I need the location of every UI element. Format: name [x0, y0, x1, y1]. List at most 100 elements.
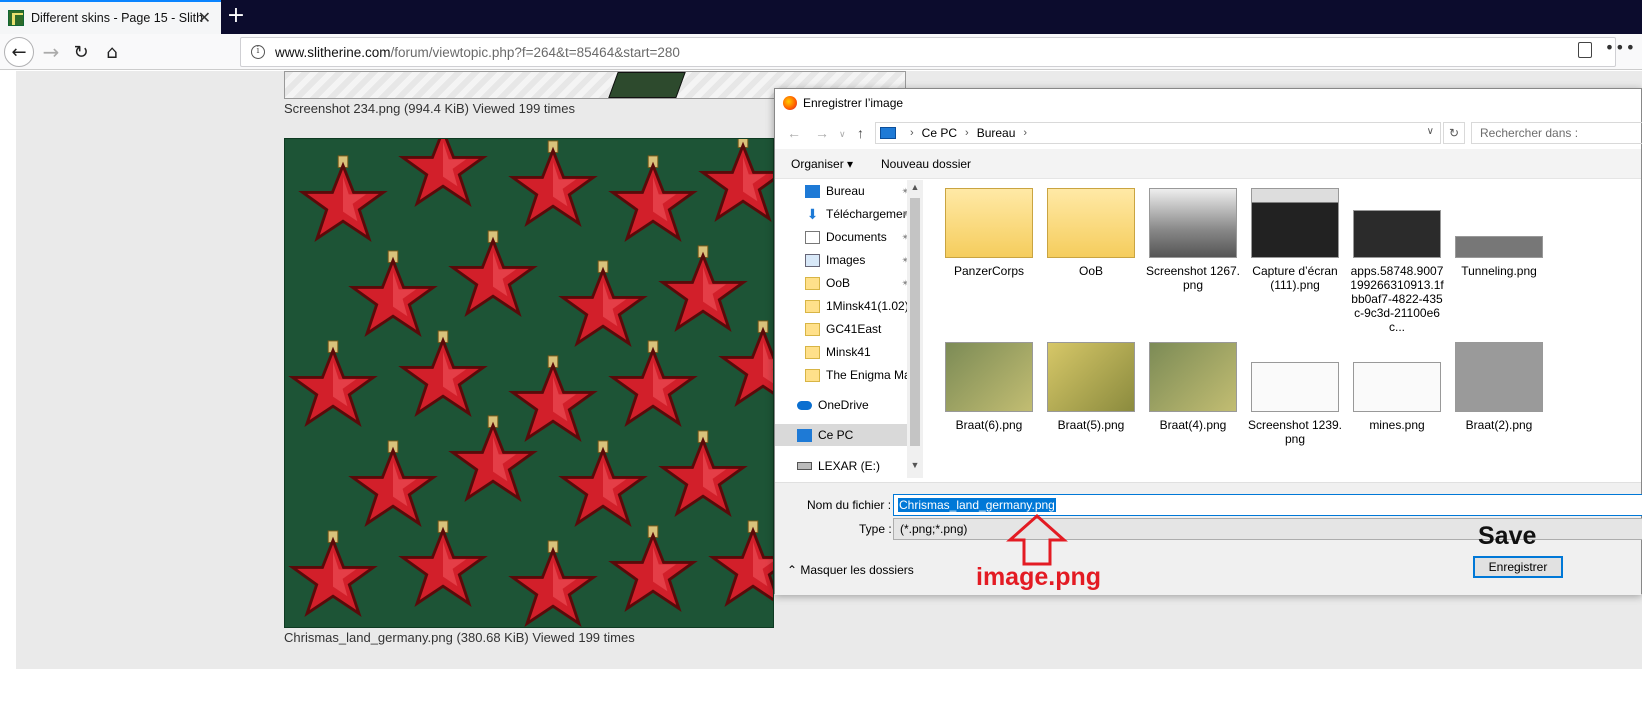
nav-item-onedrive[interactable]: OneDrive — [775, 394, 915, 416]
file-thumbnail — [1353, 362, 1441, 412]
browser-tab[interactable]: Different skins - Page 15 - Slithe ✕ — [0, 0, 221, 34]
filename-field[interactable]: Chrismas_land_germany.png — [893, 494, 1642, 516]
file-item[interactable]: apps.58748.9007199266310913.1fbb0af7-482… — [1349, 188, 1445, 334]
file-item[interactable]: PanzerCorps — [941, 188, 1037, 278]
file-item[interactable]: Braat(2).png — [1451, 342, 1547, 432]
file-name: Capture d’écran (111).png — [1252, 264, 1338, 292]
breadcrumb-bureau[interactable]: Bureau — [977, 126, 1016, 140]
new-folder-button[interactable]: Nouveau dossier — [881, 157, 971, 171]
dialog-address-bar[interactable]: › Ce PC › Bureau › ∨ — [875, 122, 1441, 144]
nav-item-oob[interactable]: OoB ✴ — [775, 272, 915, 294]
page-actions-menu-icon[interactable]: ••• — [1605, 38, 1636, 57]
file-item[interactable]: Braat(6).png — [941, 342, 1037, 432]
nav-item-label: GC41East — [826, 322, 882, 336]
forward-button[interactable]: → — [36, 37, 66, 67]
nav-item-label: Minsk41 — [826, 345, 871, 359]
folder-icon — [945, 188, 1033, 258]
pc-icon — [880, 127, 896, 139]
reload-button[interactable]: ↻ — [66, 37, 96, 67]
site-info-icon[interactable]: i — [251, 45, 265, 59]
file-name: Screenshot 1239.png — [1247, 418, 1343, 446]
file-thumbnail — [1149, 188, 1237, 258]
tab-close-icon[interactable]: ✕ — [198, 10, 211, 26]
nav-item-t-l-chargements[interactable]: ⬇ Téléchargements ✴ — [775, 203, 915, 225]
folder-icon — [805, 322, 820, 336]
filename-label: Nom du fichier : — [807, 498, 892, 512]
nav-pane-scrollbar[interactable]: ▲ ▼ — [907, 180, 923, 478]
url-text: www.slitherine.com/forum/viewtopic.php?f… — [275, 44, 680, 60]
file-name: PanzerCorps — [953, 264, 1025, 278]
nav-item-label: Images — [826, 253, 866, 267]
nav-item-the-enigma-machine[interactable]: The Enigma Machine — [775, 364, 915, 386]
nav-item-label: OoB — [826, 276, 851, 290]
file-item[interactable]: Screenshot 1239.png — [1247, 342, 1343, 446]
reader-view-icon[interactable] — [1578, 42, 1592, 58]
nav-item-gc41east[interactable]: GC41East — [775, 318, 915, 340]
star-ornament-icon — [448, 230, 538, 318]
star-ornament-icon — [608, 525, 698, 613]
address-dropdown-icon[interactable]: ∨ — [1427, 126, 1434, 137]
file-name: Braat(5).png — [1057, 418, 1125, 432]
filename-value: Chrismas_land_germany.png — [898, 498, 1056, 512]
recent-locations-icon[interactable]: ∨ — [839, 129, 846, 140]
dialog-title-bar: Enregistrer l’image — [775, 89, 1641, 117]
nav-item-bureau[interactable]: Bureau ✴ — [775, 180, 915, 202]
nav-item-1minsk41-1-02-[interactable]: 1Minsk41(1.02) — [775, 295, 915, 317]
star-ornament-icon — [508, 540, 598, 627]
file-item[interactable]: Braat(5).png — [1043, 342, 1139, 432]
back-button[interactable]: ← — [4, 37, 34, 67]
nav-item-minsk41[interactable]: Minsk41 — [775, 341, 915, 363]
file-item[interactable]: OoB — [1043, 188, 1139, 278]
file-item[interactable]: mines.png — [1349, 342, 1445, 432]
nav-item-label: Bureau — [826, 184, 865, 198]
file-name: OoB — [1078, 264, 1103, 278]
up-folder-icon[interactable]: ↑ — [857, 125, 864, 141]
organize-menu[interactable]: Organiser ▾ — [791, 157, 853, 171]
file-item[interactable]: Tunneling.png — [1451, 188, 1547, 278]
image-caption-stars: Chrismas_land_germany.png (380.68 KiB) V… — [284, 630, 635, 645]
attached-image-christmas-stars[interactable] — [284, 138, 774, 628]
folder-icon — [805, 299, 820, 313]
file-item[interactable]: Braat(4).png — [1145, 342, 1241, 432]
save-button[interactable]: Enregistrer — [1473, 556, 1563, 578]
scroll-down-icon[interactable]: ▼ — [907, 460, 923, 476]
image-caption-top: Screenshot 234.png (994.4 KiB) Viewed 19… — [284, 101, 575, 116]
hide-folders-toggle[interactable]: ⌃ Masquer les dossiers — [787, 563, 914, 577]
dialog-forward-icon[interactable]: → — [815, 125, 829, 141]
nav-item-lexar-e-[interactable]: LEXAR (E:) — [775, 455, 915, 477]
save-image-dialog: Enregistrer l’image ← → ∨ ↑ › Ce PC › Bu… — [774, 88, 1642, 595]
star-ornament-icon — [288, 530, 378, 618]
dialog-search-input[interactable]: Rechercher dans : — [1471, 122, 1642, 144]
scrollbar-thumb[interactable] — [910, 198, 920, 446]
file-item[interactable]: Screenshot 1267.png — [1145, 188, 1241, 292]
images-icon — [805, 253, 820, 267]
dialog-toolbar: Organiser ▾ Nouveau dossier — [775, 149, 1641, 179]
star-ornament-icon — [698, 139, 773, 223]
nav-item-documents[interactable]: Documents ✴ — [775, 226, 915, 248]
site-favicon-icon — [8, 10, 24, 26]
home-button[interactable]: ⌂ — [97, 37, 127, 67]
file-name: Braat(4).png — [1159, 418, 1227, 432]
breadcrumb-ce-pc[interactable]: Ce PC — [922, 126, 957, 140]
nav-item-label: 1Minsk41(1.02) — [826, 299, 909, 313]
star-ornament-icon — [398, 330, 488, 418]
nav-item-ce-pc[interactable]: Ce PC — [775, 424, 915, 446]
file-thumbnail — [1455, 236, 1543, 258]
dialog-back-icon[interactable]: ← — [787, 125, 801, 141]
pc-icon — [797, 428, 812, 442]
url-bar[interactable]: i www.slitherine.com/forum/viewtopic.php… — [240, 37, 1616, 67]
dialog-refresh-button[interactable]: ↻ — [1443, 122, 1465, 144]
new-tab-button[interactable]: + — [224, 4, 248, 28]
nav-item-label: Ce PC — [818, 428, 854, 442]
file-name: Braat(6).png — [955, 418, 1023, 432]
firefox-icon — [783, 96, 797, 110]
folder-icon — [805, 345, 820, 359]
file-name: mines.png — [1369, 418, 1425, 432]
file-grid: PanzerCorps OoB Screenshot 1267.png Capture… — [927, 180, 1642, 478]
nav-item-images[interactable]: Images ✴ — [775, 249, 915, 271]
file-name: apps.58748.9007199266310913.1fbb0af7-482… — [1350, 264, 1444, 334]
file-item[interactable]: Capture d’écran (111).png — [1247, 188, 1343, 292]
folder-icon — [805, 276, 820, 290]
file-name: Tunneling.png — [1461, 264, 1537, 278]
scroll-up-icon[interactable]: ▲ — [907, 182, 923, 198]
